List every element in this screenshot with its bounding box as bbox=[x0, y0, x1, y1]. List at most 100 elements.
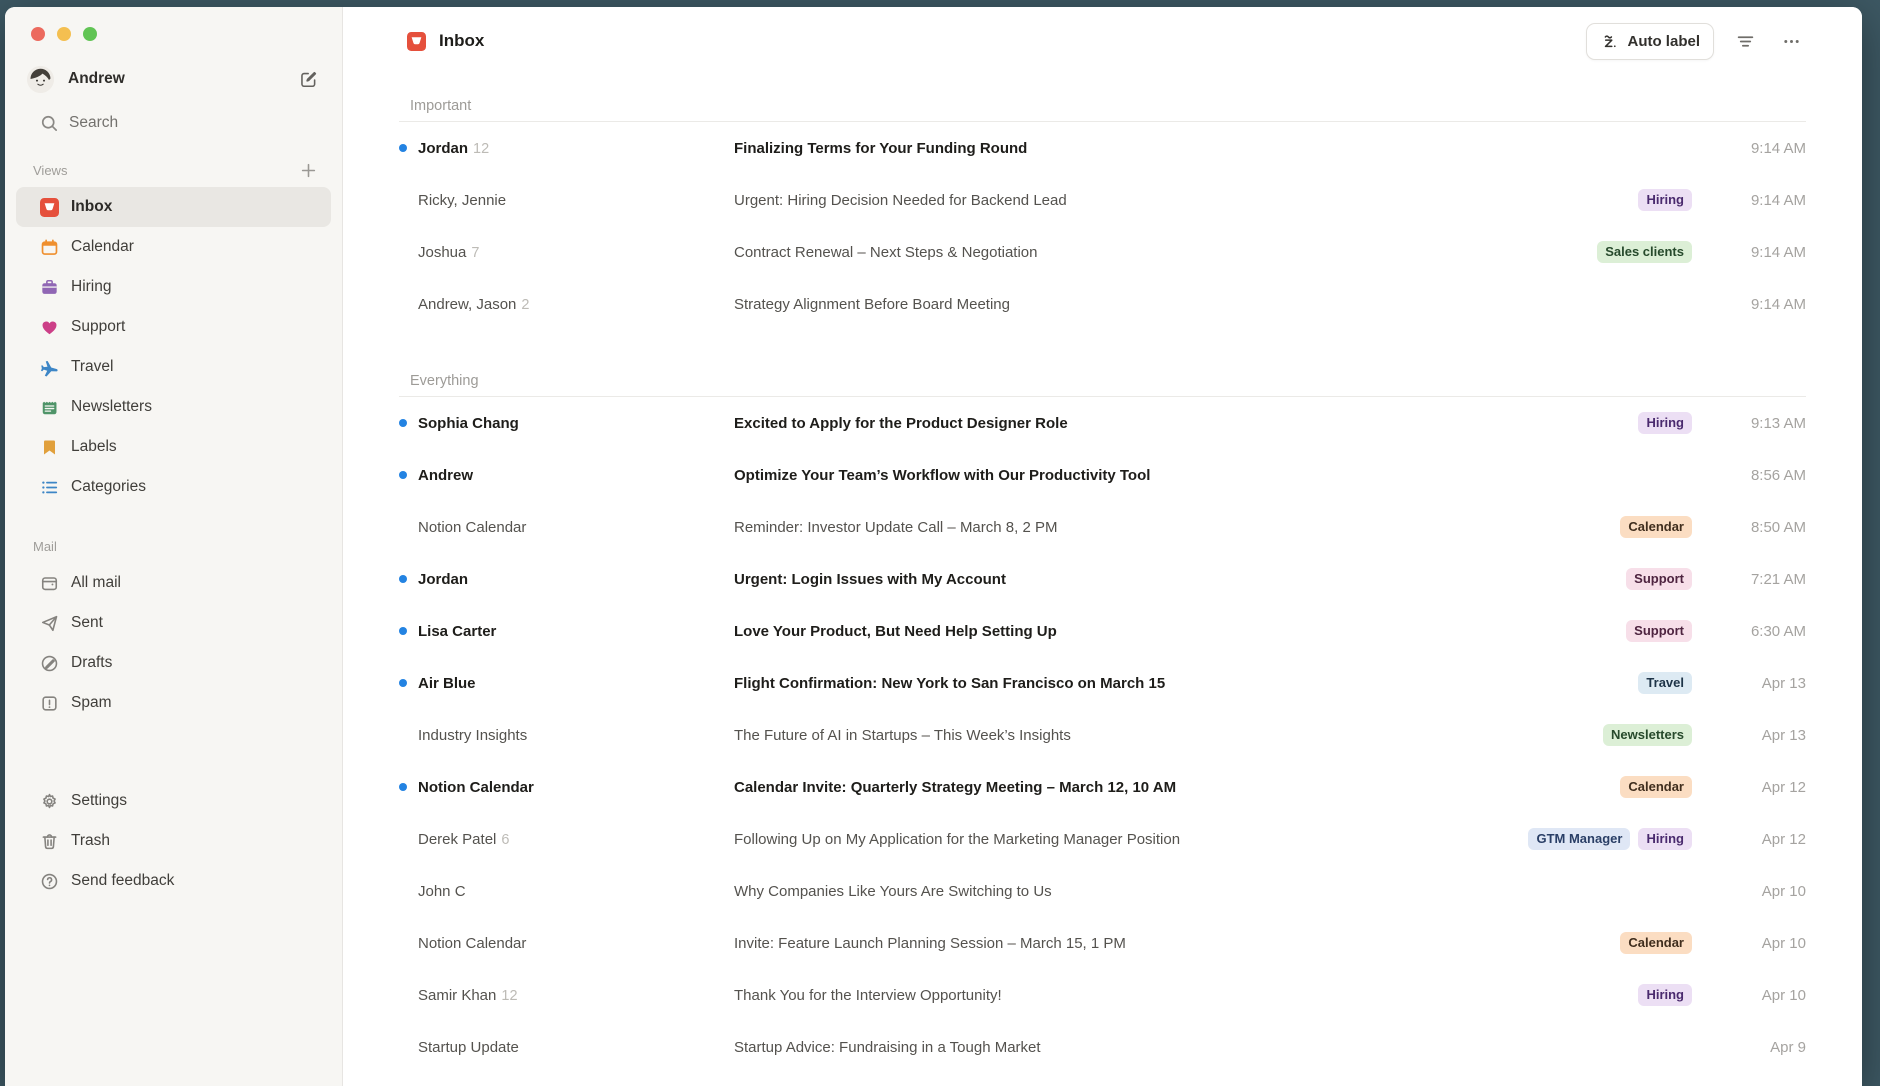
email-row[interactable]: Notion CalendarCalendar Invite: Quarterl… bbox=[399, 761, 1806, 813]
compose-button[interactable] bbox=[294, 65, 322, 93]
email-subject: Excited to Apply for the Product Designe… bbox=[734, 415, 1624, 432]
email-subject: Thank You for the Interview Opportunity! bbox=[734, 987, 1624, 1004]
label-badges: Travel bbox=[1638, 672, 1692, 694]
email-sender: Andrew, Jason2 bbox=[418, 296, 734, 313]
email-sender: Notion Calendar bbox=[418, 935, 734, 952]
email-subject: Finalizing Terms for Your Funding Round bbox=[734, 140, 1678, 157]
email-sender: Derek Patel6 bbox=[418, 831, 734, 848]
unread-dot bbox=[399, 575, 418, 583]
email-subject: Love Your Product, But Need Help Setting… bbox=[734, 623, 1612, 640]
unread-dot bbox=[399, 144, 418, 152]
sidebar-item-label: Sent bbox=[71, 614, 103, 632]
sidebar-item-label: Categories bbox=[71, 478, 146, 496]
email-time: Apr 10 bbox=[1710, 935, 1806, 952]
sidebar-item-label: Calendar bbox=[71, 238, 134, 256]
sidebar-item-categories[interactable]: Categories bbox=[16, 467, 331, 507]
search-label: Search bbox=[69, 114, 118, 132]
email-row[interactable]: Derek Patel6Following Up on My Applicati… bbox=[399, 813, 1806, 865]
thread-count: 7 bbox=[471, 245, 479, 261]
label-badge-travel: Travel bbox=[1638, 672, 1692, 694]
email-row[interactable]: Andrew, Jason2Strategy Alignment Before … bbox=[399, 278, 1806, 330]
spam-icon bbox=[40, 694, 59, 713]
auto-label-button[interactable]: Auto label bbox=[1586, 23, 1714, 60]
main-header: Inbox Auto label bbox=[343, 7, 1862, 63]
email-subject: Urgent: Hiring Decision Needed for Backe… bbox=[734, 192, 1624, 209]
page-title: Inbox bbox=[439, 31, 1586, 51]
sidebar-item-label: Hiring bbox=[71, 278, 111, 296]
email-row[interactable]: Industry InsightsThe Future of AI in Sta… bbox=[399, 709, 1806, 761]
label-badges: Calendar bbox=[1620, 776, 1692, 798]
label-badge-hiring: Hiring bbox=[1638, 984, 1692, 1006]
draft-icon bbox=[40, 654, 59, 673]
email-row[interactable]: Sophia ChangExcited to Apply for the Pro… bbox=[399, 397, 1806, 449]
window-controls bbox=[5, 21, 342, 41]
newsletter-icon bbox=[40, 398, 59, 417]
unread-dot bbox=[399, 419, 418, 427]
label-badges: Support bbox=[1626, 620, 1692, 642]
sidebar-item-send-feedback[interactable]: Send feedback bbox=[16, 861, 331, 901]
gear-icon bbox=[40, 792, 59, 811]
sidebar-item-inbox[interactable]: Inbox bbox=[16, 187, 331, 227]
email-sender: Ricky, Jennie bbox=[418, 192, 734, 209]
sidebar-item-calendar[interactable]: Calendar bbox=[16, 227, 331, 267]
email-time: Apr 13 bbox=[1710, 675, 1806, 692]
email-time: Apr 9 bbox=[1710, 1039, 1806, 1056]
email-row[interactable]: Go RentalsUpgrade: Rental Details – Pick… bbox=[399, 1073, 1806, 1086]
sidebar-item-trash[interactable]: Trash bbox=[16, 821, 331, 861]
sidebar-item-drafts[interactable]: Drafts bbox=[16, 643, 331, 683]
minimize-window-button[interactable] bbox=[57, 27, 71, 41]
email-row[interactable]: Jordan12Finalizing Terms for Your Fundin… bbox=[399, 122, 1806, 174]
more-options-button[interactable] bbox=[1776, 26, 1806, 56]
email-row[interactable]: AndrewOptimize Your Team’s Workflow with… bbox=[399, 449, 1806, 501]
sidebar-item-sent[interactable]: Sent bbox=[16, 603, 331, 643]
sidebar-item-label: Inbox bbox=[71, 198, 112, 216]
send-icon bbox=[40, 614, 59, 633]
email-subject: Startup Advice: Fundraising in a Tough M… bbox=[734, 1039, 1678, 1056]
search-row[interactable]: Search bbox=[5, 103, 342, 143]
filter-button[interactable] bbox=[1730, 26, 1760, 56]
email-row[interactable]: Air BlueFlight Confirmation: New York to… bbox=[399, 657, 1806, 709]
email-row[interactable]: Samir Khan12Thank You for the Interview … bbox=[399, 969, 1806, 1021]
label-badges: Sales clients bbox=[1597, 241, 1692, 263]
sidebar-item-spam[interactable]: Spam bbox=[16, 683, 331, 723]
email-subject: Urgent: Login Issues with My Account bbox=[734, 571, 1612, 588]
email-sender: Joshua7 bbox=[418, 244, 734, 261]
label-badge-newsletters: Newsletters bbox=[1603, 724, 1692, 746]
email-sender: Notion Calendar bbox=[418, 779, 734, 796]
sidebar-item-label: Newsletters bbox=[71, 398, 152, 416]
email-row[interactable]: Notion CalendarInvite: Feature Launch Pl… bbox=[399, 917, 1806, 969]
email-row[interactable]: Startup UpdateStartup Advice: Fundraisin… bbox=[399, 1021, 1806, 1073]
views-header: Views bbox=[33, 163, 294, 178]
email-row[interactable]: Notion CalendarReminder: Investor Update… bbox=[399, 501, 1806, 553]
sidebar-item-support[interactable]: Support bbox=[16, 307, 331, 347]
sidebar-item-labels[interactable]: Labels bbox=[16, 427, 331, 467]
sidebar-item-hiring[interactable]: Hiring bbox=[16, 267, 331, 307]
email-row[interactable]: JordanUrgent: Login Issues with My Accou… bbox=[399, 553, 1806, 605]
email-row[interactable]: Lisa CarterLove Your Product, But Need H… bbox=[399, 605, 1806, 657]
email-sender: Industry Insights bbox=[418, 727, 734, 744]
mail-header-row: Mail bbox=[5, 533, 342, 559]
email-row[interactable]: John CWhy Companies Like Yours Are Switc… bbox=[399, 865, 1806, 917]
label-badges: Support bbox=[1626, 568, 1692, 590]
email-subject: Calendar Invite: Quarterly Strategy Meet… bbox=[734, 779, 1606, 796]
sidebar-item-newsletters[interactable]: Newsletters bbox=[16, 387, 331, 427]
sidebar-item-settings[interactable]: Settings bbox=[16, 781, 331, 821]
sidebar-item-label: Travel bbox=[71, 358, 114, 376]
label-badge-calendar: Calendar bbox=[1620, 516, 1692, 538]
heart-icon bbox=[40, 318, 59, 337]
close-window-button[interactable] bbox=[31, 27, 45, 41]
mail-header: Mail bbox=[33, 539, 322, 554]
sidebar-item-all-mail[interactable]: All mail bbox=[16, 563, 331, 603]
add-view-button[interactable] bbox=[294, 156, 322, 184]
zoom-window-button[interactable] bbox=[83, 27, 97, 41]
email-time: 6:30 AM bbox=[1710, 623, 1806, 640]
email-row[interactable]: Joshua7Contract Renewal – Next Steps & N… bbox=[399, 226, 1806, 278]
email-sender: Lisa Carter bbox=[418, 623, 734, 640]
email-subject: The Future of AI in Startups – This Week… bbox=[734, 727, 1589, 744]
sidebar-item-label: Send feedback bbox=[71, 872, 174, 890]
avatar[interactable] bbox=[27, 66, 54, 93]
sidebar-footer-nav: SettingsTrash Send feedback bbox=[5, 777, 342, 901]
email-sender: Jordan12 bbox=[418, 140, 734, 157]
email-row[interactable]: Ricky, JennieUrgent: Hiring Decision Nee… bbox=[399, 174, 1806, 226]
sidebar-item-travel[interactable]: Travel bbox=[16, 347, 331, 387]
